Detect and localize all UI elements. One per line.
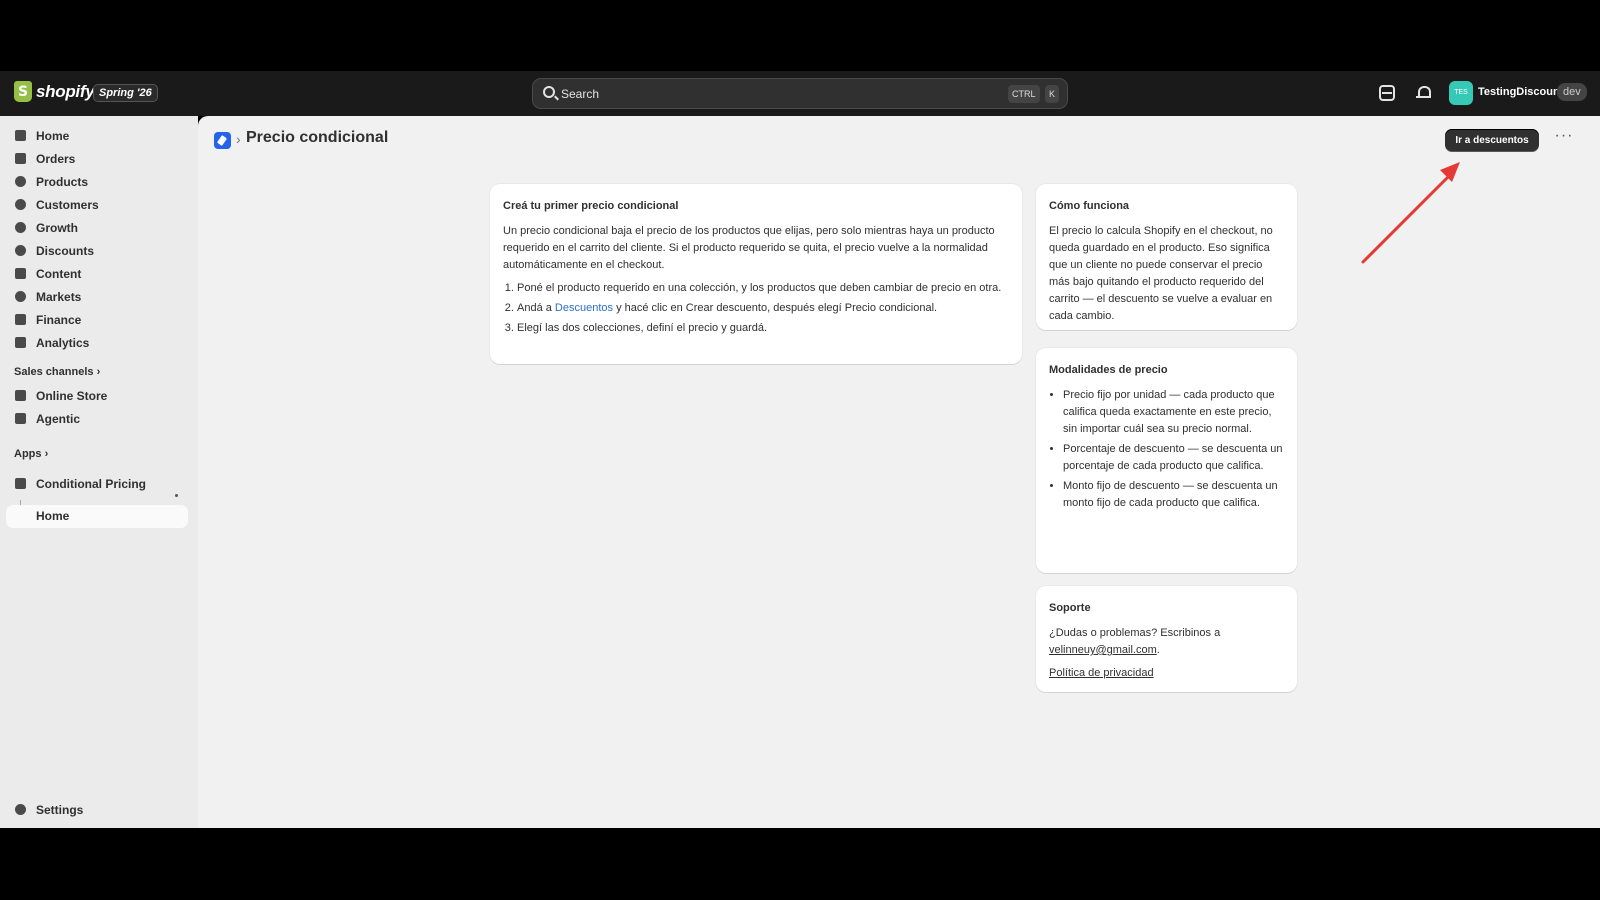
search-bar[interactable]: Search CTRL K (532, 78, 1068, 109)
arrow-shaft (1361, 168, 1457, 264)
agent-icon (15, 413, 26, 424)
sidebar-item-agentic[interactable]: Agentic (6, 407, 188, 430)
search-placeholder: Search (561, 87, 600, 101)
discount-icon (15, 245, 26, 256)
sidebar-item-customers[interactable]: Customers (6, 193, 188, 216)
app-pin-dot[interactable] (175, 494, 178, 497)
annotation-arrow (1361, 162, 1460, 264)
content-icon (15, 268, 26, 279)
sidebar-item-online-store[interactable]: Online Store (6, 384, 188, 407)
card-title: Modalidades de precio (1049, 364, 1168, 376)
home-icon (15, 130, 26, 141)
apps-heading[interactable]: Apps › (14, 448, 48, 460)
sidebar-item-discounts[interactable]: Discounts (6, 239, 188, 262)
sidebar-item-growth[interactable]: Growth (6, 216, 188, 239)
sidebar-item-markets[interactable]: Markets (6, 285, 188, 308)
shopify-logo[interactable]: shopify (14, 81, 95, 102)
sidebar-item-home[interactable]: Home (6, 124, 188, 147)
brand-wordmark: shopify (36, 81, 95, 101)
person-icon (15, 199, 26, 210)
tag-icon (15, 176, 26, 187)
season-badge: Spring '26 (93, 84, 158, 102)
step-item: Elegí las dos colecciones, definí el pre… (517, 320, 1009, 337)
card-intro: Un precio condicional baja el precio de … (503, 225, 995, 271)
support-text: ¿Dudas o problemas? Escribinos a velinne… (1049, 627, 1221, 656)
sidebar-item-app-home[interactable]: Home (6, 505, 188, 528)
getting-started-card: Creá tu primer precio condicional Un pre… (490, 184, 1022, 364)
sidebar-item-finance[interactable]: Finance (6, 308, 188, 331)
chevron-right-icon: › (44, 448, 49, 460)
app-icon[interactable] (214, 132, 231, 149)
card-title: Creá tu primer precio condicional (503, 200, 679, 212)
bank-icon (15, 314, 26, 325)
bell-icon[interactable] (1416, 85, 1432, 101)
arrow-head (1440, 162, 1460, 182)
privacy-policy-link[interactable]: Política de privacidad (1049, 667, 1154, 679)
step-item: Andá a Descuentos y hacé clic en Crear d… (517, 300, 1009, 317)
breadcrumb-separator: › (236, 131, 241, 147)
more-actions-icon[interactable]: ··· (1554, 128, 1574, 149)
kbd-ctrl: CTRL (1008, 85, 1040, 103)
mode-item: Precio fijo por unidad — cada producto q… (1063, 387, 1284, 438)
discounts-link[interactable]: Descuentos (555, 302, 613, 314)
store-name[interactable]: TestingDiscount (1478, 86, 1563, 98)
sidebar-item-settings[interactable]: Settings (6, 798, 188, 821)
inbox-icon[interactable] (1379, 85, 1395, 101)
app-icon (15, 478, 26, 489)
search-icon (543, 86, 555, 98)
card-body: El precio lo calcula Shopify en el check… (1049, 225, 1273, 322)
modes-list: Precio fijo por unidad — cada producto q… (1049, 387, 1284, 512)
how-it-works-card: Cómo funciona El precio lo calcula Shopi… (1036, 184, 1297, 330)
sidebar-item-analytics[interactable]: Analytics (6, 331, 188, 354)
card-title: Soporte (1049, 602, 1091, 614)
globe-icon (15, 291, 26, 302)
mode-item: Porcentaje de descuento — se descuenta u… (1063, 441, 1284, 475)
store-icon (15, 390, 26, 401)
chart-icon (15, 337, 26, 348)
sales-channels-heading[interactable]: Sales channels › (14, 366, 100, 378)
card-title: Cómo funciona (1049, 200, 1130, 212)
sidebar: Home Orders Products Customers Growth Di… (0, 116, 198, 828)
shopify-bag-icon (14, 81, 32, 102)
pricing-modes-card: Modalidades de precio Precio fijo por un… (1036, 348, 1297, 573)
sidebar-item-orders[interactable]: Orders (6, 147, 188, 170)
steps-list: Poné el producto requerido en una colecc… (503, 280, 1009, 337)
kbd-k: K (1045, 85, 1060, 103)
sidebar-item-content[interactable]: Content (6, 262, 188, 285)
mode-item: Monto fijo de descuento — se descuenta u… (1063, 478, 1284, 512)
support-card: Soporte ¿Dudas o problemas? Escribinos a… (1036, 586, 1297, 692)
gear-icon (15, 804, 26, 815)
sidebar-item-conditional-pricing[interactable]: Conditional Pricing (6, 472, 188, 495)
go-to-discounts-button[interactable]: Ir a descuentos (1445, 129, 1539, 152)
chevron-right-icon: › (96, 366, 101, 378)
sidebar-item-products[interactable]: Products (6, 170, 188, 193)
support-email-link[interactable]: velinneuy@gmail.com (1049, 644, 1157, 656)
store-avatar[interactable]: TES (1449, 81, 1473, 105)
top-bar: shopify Spring '26 Search CTRL K TES Tes… (0, 71, 1600, 116)
page-title: Precio condicional (246, 129, 389, 146)
step-item: Poné el producto requerido en una colecc… (517, 280, 1009, 297)
orders-icon (15, 153, 26, 164)
env-badge: dev (1557, 83, 1587, 101)
growth-icon (15, 222, 26, 233)
